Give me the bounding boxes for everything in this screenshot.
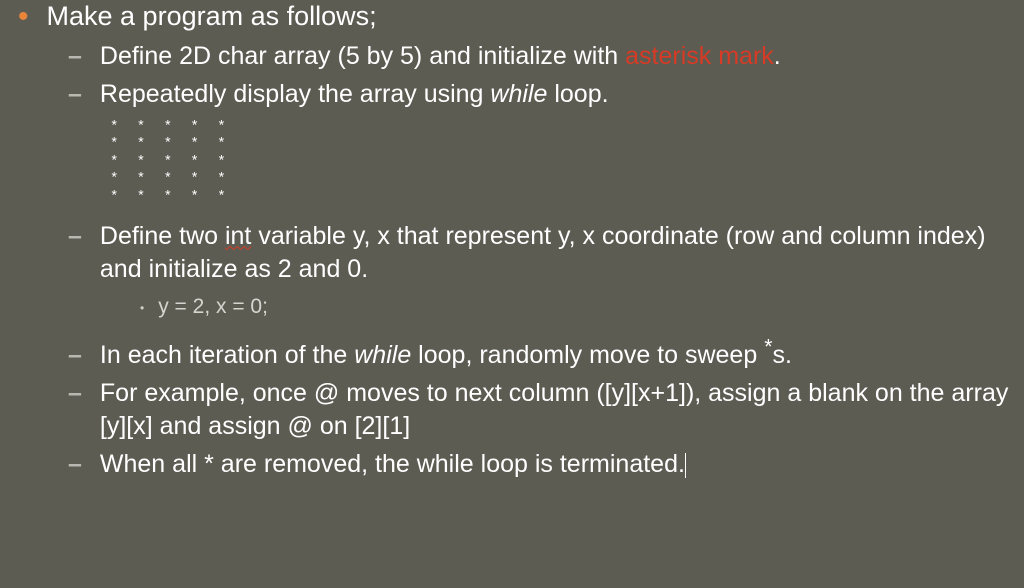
bullet-main-text: Make a program as follows; — [47, 0, 1024, 34]
slide-root: • Make a program as follows; – Define 2D… — [0, 0, 1024, 588]
sub1-text: Define 2D char array (5 by 5) and initia… — [100, 40, 1024, 73]
sub1-suffix: . — [774, 42, 781, 70]
sub4-suffix: s. — [772, 341, 791, 369]
sub4-prefix: In each iteration of the — [100, 341, 354, 369]
sub4-mid: loop, randomly move to sweep — [411, 341, 764, 369]
text-cursor-icon — [685, 453, 686, 478]
bullet-dot-icon: • — [18, 0, 29, 33]
sub-bullet-3: – Define two int variable y, x that repr… — [68, 220, 1024, 285]
dash-icon: – — [68, 448, 82, 481]
sub4-text: In each iteration of the while loop, ran… — [100, 339, 1024, 372]
sub6-body: When all * are removed, the while loop i… — [100, 450, 685, 478]
dash-icon: – — [68, 377, 82, 410]
sub2-prefix: Repeatedly display the array using — [100, 80, 491, 108]
sub3-detail-text: y = 2, x = 0; — [158, 293, 1024, 320]
sub5-text: For example, once @ moves to next column… — [100, 377, 1024, 442]
sub-bullet-5: – For example, once @ moves to next colu… — [68, 377, 1024, 442]
bullet-main: • Make a program as follows; — [18, 0, 1024, 34]
sub2-text: Repeatedly display the array using while… — [100, 78, 1024, 111]
grid-row: * * * * * — [110, 171, 1024, 189]
dash-icon: – — [68, 339, 82, 372]
sub-bullet-6: – When all * are removed, the while loop… — [68, 448, 1024, 481]
sub1-highlight: asterisk mark — [625, 42, 774, 70]
grid-row: * * * * * — [110, 136, 1024, 154]
sub4-italic: while — [354, 341, 411, 369]
sub3-squiggly: int — [225, 222, 251, 250]
sub-sub-bullet: • y = 2, x = 0; — [140, 293, 1024, 320]
dash-icon: – — [68, 220, 82, 253]
sub2-suffix: loop. — [547, 80, 608, 108]
dash-icon: – — [68, 40, 82, 73]
grid-row: * * * * * — [110, 119, 1024, 137]
sub3-text: Define two int variable y, x that repres… — [100, 220, 1024, 285]
grid-row: * * * * * — [110, 189, 1024, 207]
asterisk-grid: * * * * * * * * * * * * * * * * * * * * … — [110, 119, 1024, 207]
sub3-prefix: Define two — [100, 222, 225, 250]
sub1-prefix: Define 2D char array (5 by 5) and initia… — [100, 42, 625, 70]
sub-bullet-4: – In each iteration of the while loop, r… — [68, 339, 1024, 372]
small-dot-icon: • — [140, 301, 144, 317]
sub-bullet-2: – Repeatedly display the array using whi… — [68, 78, 1024, 111]
sub-bullet-1: – Define 2D char array (5 by 5) and init… — [68, 40, 1024, 73]
sub6-text: When all * are removed, the while loop i… — [100, 448, 1024, 481]
grid-row: * * * * * — [110, 154, 1024, 172]
sub2-italic: while — [490, 80, 547, 108]
dash-icon: – — [68, 78, 82, 111]
